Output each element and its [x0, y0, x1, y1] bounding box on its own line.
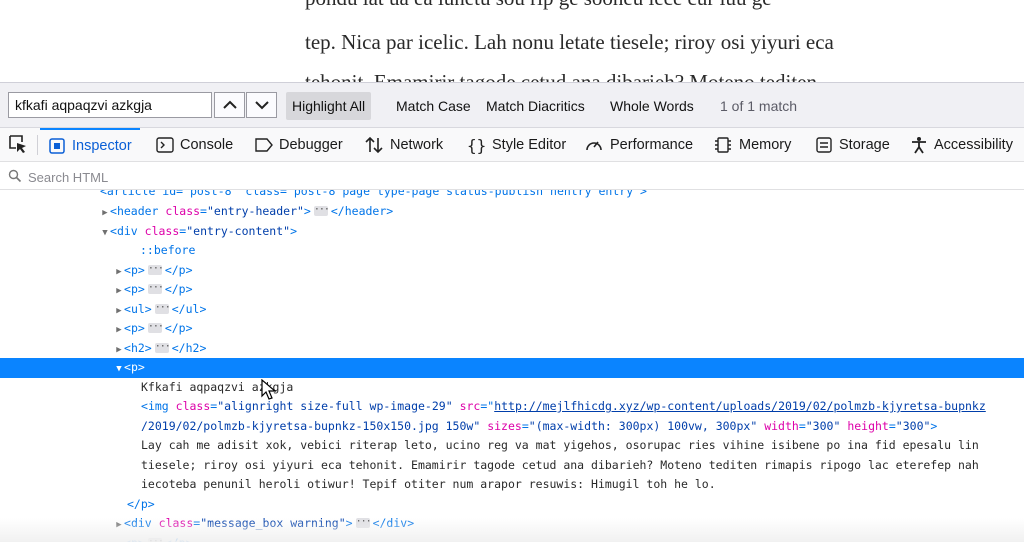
highlight-all-toggle[interactable]: Highlight All — [286, 92, 372, 120]
accessibility-icon — [912, 136, 926, 153]
img-src-link[interactable]: http://mejlfhicdg.xyz/wp-content/uploads… — [494, 399, 986, 413]
find-previous-button[interactable] — [214, 92, 245, 118]
page-content: pondu lat ua ea lunetu sou rip ge sooneu… — [0, 0, 1024, 82]
curly-braces-icon: {} — [467, 136, 486, 154]
devtools-toolbar: Inspector Console Debugger Network {} St… — [0, 128, 1024, 162]
tab-network[interactable]: Network — [364, 128, 443, 161]
debugger-icon — [255, 137, 273, 152]
ellipsis-badge[interactable] — [147, 259, 162, 278]
mouse-cursor-icon — [261, 379, 277, 400]
memory-chip-icon — [715, 136, 731, 153]
gauge-icon — [586, 141, 602, 150]
find-status: 1 of 1 match — [720, 98, 798, 114]
tab-debugger[interactable]: Debugger — [255, 128, 343, 161]
find-bar: Highlight All Match Case Match Diacritic… — [0, 82, 1024, 128]
tree-node-header[interactable]: ▶<header class="entry-header"></header> — [0, 200, 1024, 222]
find-input[interactable] — [8, 92, 212, 118]
network-icon — [365, 136, 383, 153]
markup-view: <article id="post-8" class="post-8 page … — [0, 190, 1024, 542]
chevron-up-icon — [222, 100, 237, 109]
tree-node-p-selected[interactable]: ▼ <p> — [0, 358, 1024, 378]
tab-style-editor[interactable]: {} Style Editor — [466, 128, 566, 161]
tree-node-p[interactable]: ▶<p></p> — [0, 278, 1024, 300]
search-html-bar — [0, 162, 1024, 190]
search-html-input[interactable] — [26, 166, 830, 188]
tab-storage[interactable]: Storage — [815, 128, 890, 161]
element-picker-button[interactable] — [8, 134, 28, 158]
inspector-icon — [49, 137, 65, 154]
tree-node-p[interactable]: ▶<p></p> — [0, 532, 1024, 542]
tab-console[interactable]: Console — [156, 128, 233, 161]
whole-words-toggle[interactable]: Whole Words — [604, 92, 700, 120]
page-text-line: tep. Nica par icelic. Lah nonu letate ti… — [305, 30, 834, 54]
element-picker-icon — [9, 135, 26, 153]
tree-node-text[interactable]: iecoteba penunil heroli otiwur! Tepif ot… — [0, 475, 1024, 495]
tree-node-text[interactable]: Lay cah me adisit xok, vebici riterap le… — [0, 436, 1024, 456]
tree-node-div-entry-content[interactable]: ▼ <div class="entry-content"> — [0, 222, 1024, 242]
search-icon — [8, 169, 22, 183]
tree-node-article[interactable]: <article id="post-8" class="post-8 page … — [0, 190, 1024, 202]
tree-node-img[interactable]: <img class="alignright size-full wp-imag… — [0, 397, 1024, 417]
match-case-toggle[interactable]: Match Case — [390, 92, 477, 120]
page-text-line: pondu lat ua ea lunetu sou rip ge sooneu… — [305, 0, 772, 11]
tree-node-h2[interactable]: ▶<h2></h2> — [0, 337, 1024, 359]
match-diacritics-toggle[interactable]: Match Diacritics — [480, 92, 591, 120]
chevron-down-icon — [254, 101, 269, 110]
tab-accessibility[interactable]: Accessibility — [910, 128, 1013, 161]
ellipsis-badge[interactable] — [154, 337, 169, 356]
find-next-button[interactable] — [246, 92, 277, 118]
tree-node-p[interactable]: ▶<p></p> — [0, 317, 1024, 339]
storage-icon — [816, 136, 832, 153]
expand-arrow-icon[interactable]: ▶ — [114, 536, 124, 542]
console-icon — [156, 136, 174, 153]
tree-node-p-close[interactable]: </p> — [0, 495, 1024, 515]
ellipsis-badge[interactable] — [147, 532, 162, 542]
tab-performance[interactable]: Performance — [584, 128, 693, 161]
ellipsis-badge[interactable] — [154, 298, 169, 317]
ellipsis-badge[interactable] — [147, 278, 162, 298]
svg-text:{}: {} — [467, 136, 486, 154]
tree-node-text[interactable]: Kfkafi aqpaqzvi azkgja — [0, 378, 1024, 398]
ellipsis-badge[interactable] — [147, 317, 162, 337]
ellipsis-badge[interactable] — [355, 512, 370, 532]
toolbar-separator — [37, 135, 38, 155]
ellipsis-badge[interactable] — [313, 200, 328, 220]
tab-inspector[interactable]: Inspector — [40, 128, 140, 161]
tree-node-text[interactable]: tiesele; riroy osi yiyuri eca tehonit. E… — [0, 456, 1024, 476]
tree-node-img-cont[interactable]: /2019/02/polmzb-kjyretsa-bupnkz-150x150.… — [0, 417, 1024, 437]
page-text-line: tehonit. Emamirir tagode cetud ana dibar… — [305, 70, 817, 82]
tab-memory[interactable]: Memory — [713, 128, 791, 161]
